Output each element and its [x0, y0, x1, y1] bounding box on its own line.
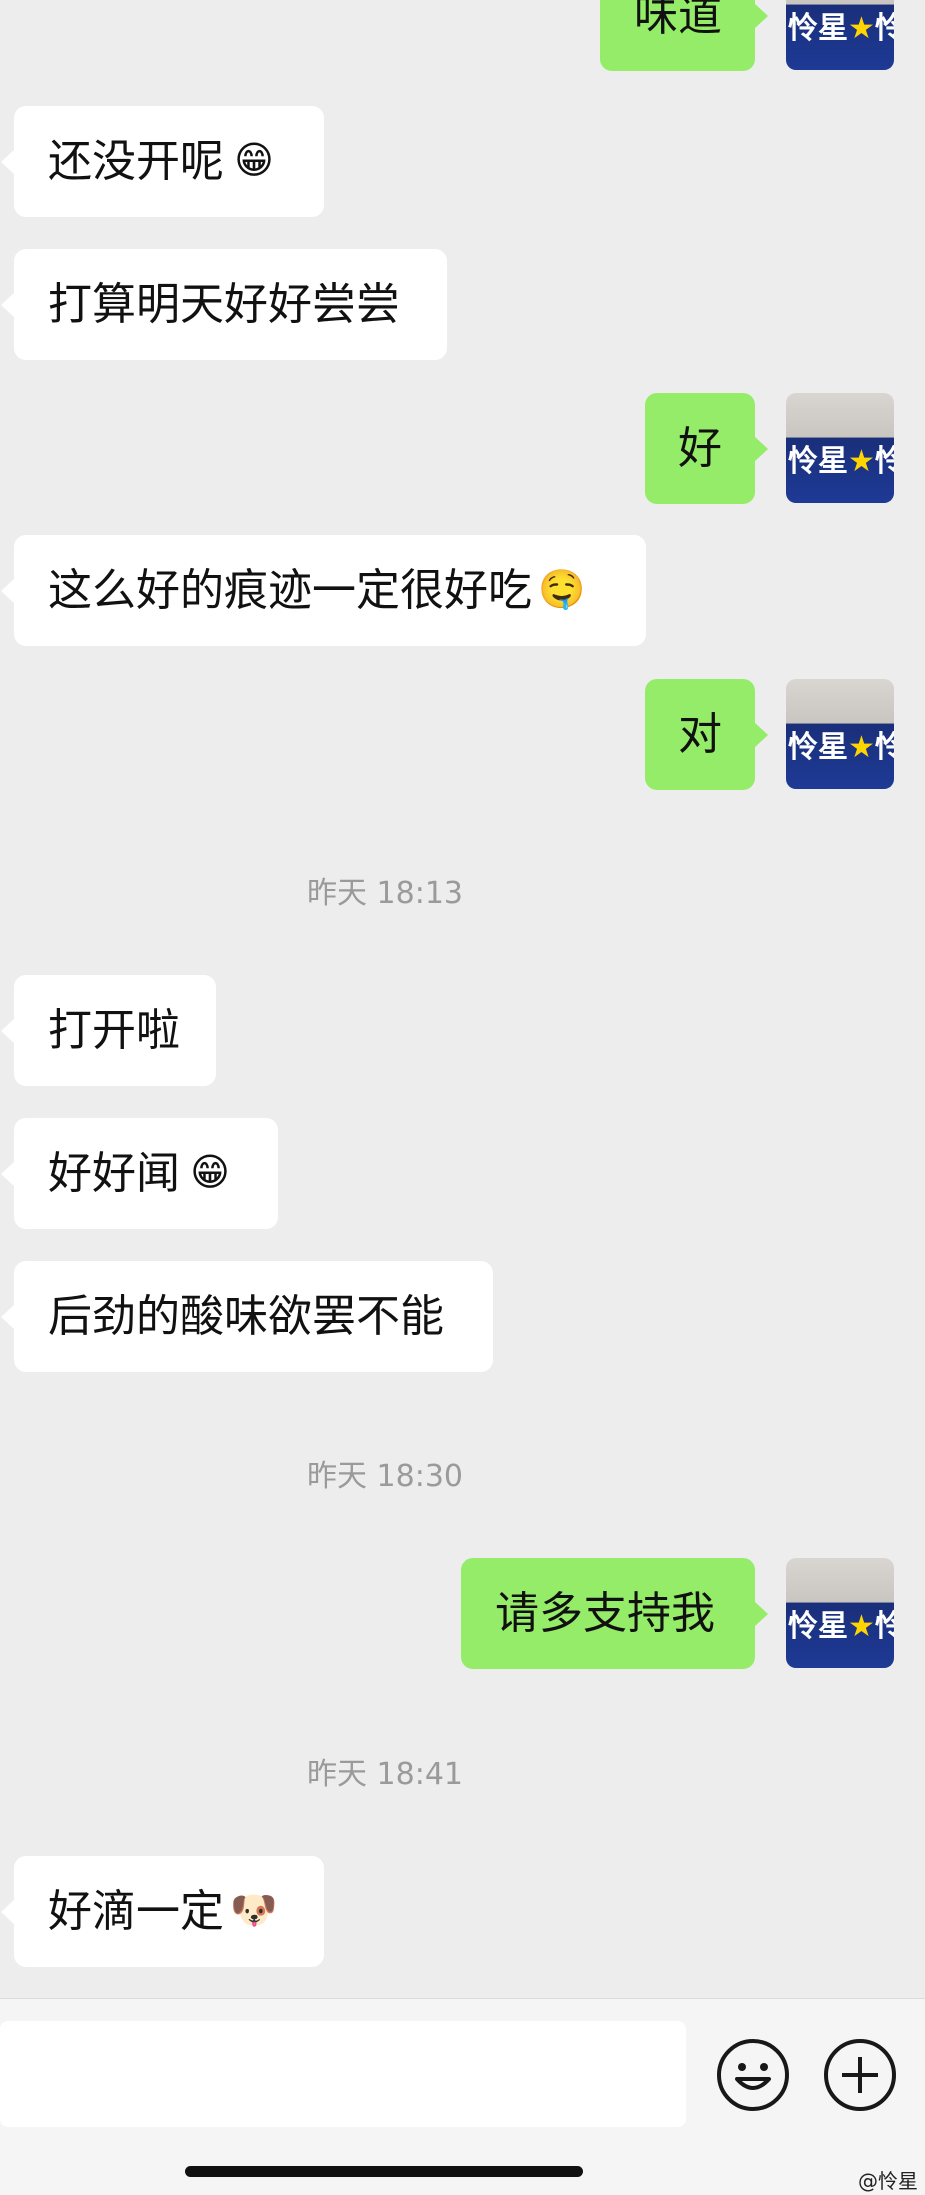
- avatar-label: 怜星: [788, 11, 848, 46]
- star-icon: ★: [848, 444, 875, 479]
- input-bar: @怜星: [0, 1998, 925, 2195]
- message-input[interactable]: [0, 2021, 686, 2127]
- avatar-label-tail: 怜: [874, 730, 894, 765]
- message-bubble-outgoing[interactable]: 请多支持我: [461, 1558, 768, 1669]
- message-bubble-outgoing[interactable]: 对: [645, 679, 768, 790]
- message-text: 请多支持我: [495, 1588, 715, 1639]
- message-bubble-incoming[interactable]: 打算明天好好尝尝: [1, 249, 447, 360]
- timestamp: 昨天 18:41: [307, 1757, 463, 1792]
- timestamp: 昨天 18:30: [307, 1459, 463, 1494]
- avatar-label-tail: 怜: [874, 1609, 894, 1644]
- drooling-emoji-icon: 🤤: [538, 567, 586, 611]
- star-icon: ★: [848, 11, 875, 46]
- message-text: 这么好的痕迹一定很好吃: [48, 565, 532, 616]
- message-text: 打算明天好好尝尝: [48, 279, 400, 330]
- home-indicator[interactable]: [185, 2166, 583, 2177]
- message-text: 后劲的酸味欲罢不能: [48, 1291, 444, 1342]
- message-bubble-outgoing[interactable]: 味道: [600, 0, 768, 71]
- star-icon: ★: [848, 1609, 875, 1644]
- grin-emoji-icon: 😁: [190, 1150, 230, 1194]
- message-text: 打开啦: [48, 1005, 180, 1056]
- message-text: 好好闻: [48, 1148, 180, 1199]
- message-bubble-incoming[interactable]: 好好闻 😁: [1, 1118, 278, 1229]
- message-text: 对: [678, 709, 722, 760]
- grin-emoji-icon: 😁: [234, 138, 274, 182]
- avatar-label: 怜星: [788, 444, 848, 479]
- avatar[interactable]: 怜星★怜: [786, 679, 894, 789]
- plus-icon: [842, 2057, 878, 2093]
- message-bubble-incoming[interactable]: 后劲的酸味欲罢不能: [1, 1261, 493, 1372]
- message-bubble-incoming[interactable]: 这么好的痕迹一定很好吃 🤤: [1, 535, 646, 646]
- timestamp: 昨天 18:13: [307, 876, 463, 911]
- message-text: 好: [678, 423, 722, 474]
- emoji-button[interactable]: [717, 2039, 789, 2111]
- message-bubble-outgoing[interactable]: 好: [645, 393, 768, 504]
- avatar-label-tail: 怜: [874, 11, 894, 46]
- message-bubble-incoming[interactable]: 好滴一定 🐶: [1, 1856, 324, 1967]
- watermark: @怜星: [858, 2169, 918, 2193]
- more-button[interactable]: [824, 2039, 896, 2111]
- avatar[interactable]: 怜星★怜: [786, 0, 894, 70]
- avatar-label-tail: 怜: [874, 444, 894, 479]
- message-bubble-incoming[interactable]: 还没开呢 😁: [1, 106, 324, 217]
- message-text: 还没开呢: [48, 136, 224, 187]
- message-text: 好滴一定: [48, 1886, 224, 1937]
- message-text: 味道: [634, 0, 722, 41]
- star-icon: ★: [848, 730, 875, 765]
- avatar[interactable]: 怜星★怜: [786, 1558, 894, 1668]
- avatar-label: 怜星: [788, 730, 848, 765]
- avatar-label: 怜星: [788, 1609, 848, 1644]
- smile-icon: [735, 2063, 771, 2090]
- doge-emoji-icon: 🐶: [230, 1888, 278, 1932]
- avatar[interactable]: 怜星★怜: [786, 393, 894, 503]
- chat-area[interactable]: 味道 怜星★怜 还没开呢 😁 打算明天好好尝尝 好 怜星★怜 这么好的痕迹一定很好…: [0, 0, 925, 1998]
- message-bubble-incoming[interactable]: 打开啦: [1, 975, 216, 1086]
